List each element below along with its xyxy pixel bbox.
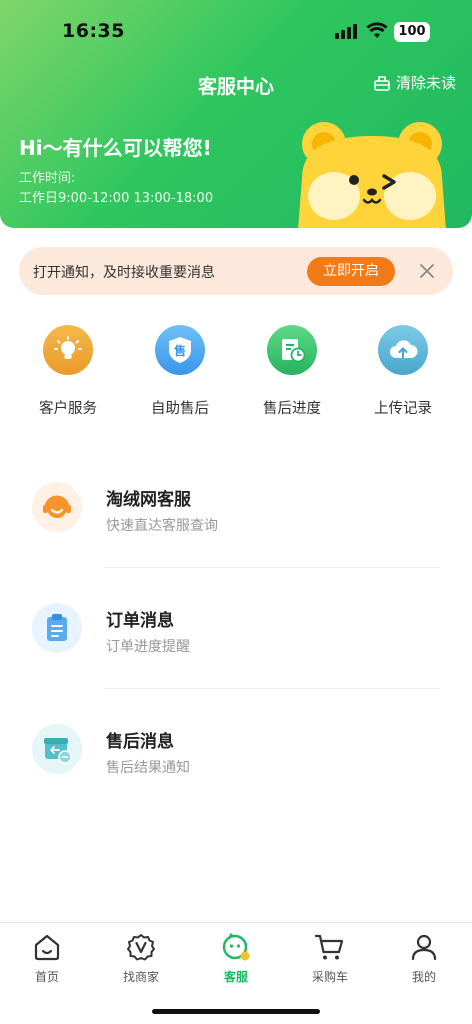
quick-action-label: 客户服务	[39, 401, 97, 417]
clear-unread-label: 清除未读	[395, 74, 456, 92]
clear-unread-button[interactable]: 清除未读	[373, 72, 456, 93]
tab-label: 客服	[223, 970, 248, 984]
tab-label: 找商家	[122, 970, 159, 984]
list-item-subtitle: 订单进度提醒	[106, 639, 190, 655]
quick-action-after-sale-progress[interactable]: 售后进度	[245, 325, 339, 418]
headset-agent-icon	[32, 482, 82, 532]
return-box-icon	[32, 724, 82, 774]
cart-icon	[314, 931, 346, 963]
quick-action-label: 售后进度	[263, 401, 321, 417]
divider	[104, 567, 440, 568]
svg-text:售: 售	[174, 343, 186, 358]
status-bar: 16:35 100	[0, 0, 472, 64]
broom-icon	[374, 75, 390, 91]
list-item-title: 淘绒网客服	[106, 490, 191, 510]
merchant-icon	[125, 931, 157, 963]
work-time-value: 工作日9:00-12:00 13:00-18:00	[19, 191, 214, 206]
user-icon	[408, 931, 440, 963]
tab-find-merchant[interactable]: 找商家	[94, 931, 188, 985]
divider	[104, 688, 440, 689]
tab-home[interactable]: 首页	[0, 931, 94, 985]
list-item-title: 订单消息	[106, 611, 174, 631]
list-item-title: 售后消息	[106, 732, 174, 752]
battery-indicator: 100	[394, 22, 430, 42]
notification-banner: 打开通知，及时接收重要消息 立即开启	[19, 247, 453, 295]
header-banner: 16:35 100 客服中心 清除未读 Hi～有什么可以帮您! 工作时间: 工作…	[0, 0, 472, 228]
list-item-customer-service[interactable]: 淘绒网客服 快速直达客服查询	[32, 482, 440, 602]
close-icon[interactable]	[417, 261, 437, 281]
progress-clock-icon	[267, 325, 317, 375]
bear-mascot-icon	[298, 122, 446, 228]
home-indicator	[152, 1009, 320, 1014]
status-time: 16:35	[62, 20, 125, 42]
lightbulb-icon	[43, 325, 93, 375]
quick-action-upload-records[interactable]: 上传记录	[356, 325, 450, 418]
greeting-text: Hi～有什么可以帮您!	[19, 136, 212, 160]
list-item-after-sale-messages[interactable]: 售后消息 售后结果通知	[32, 724, 440, 844]
tab-customer-service[interactable]: 客服	[189, 931, 283, 985]
service-icon	[220, 931, 252, 963]
quick-action-label: 上传记录	[374, 401, 432, 417]
shield-sale-icon: 售	[155, 325, 205, 375]
tab-label: 首页	[34, 970, 59, 984]
clipboard-icon	[32, 603, 82, 653]
list-item-subtitle: 售后结果通知	[106, 760, 190, 776]
cloud-upload-icon	[378, 325, 428, 375]
enable-notification-button[interactable]: 立即开启	[307, 257, 395, 286]
signal-icon	[335, 24, 357, 39]
tab-mine[interactable]: 我的	[377, 931, 471, 985]
tab-label: 我的	[411, 970, 436, 984]
home-icon	[31, 931, 63, 963]
list-item-subtitle: 快速直达客服查询	[106, 518, 218, 534]
tab-label: 采购车	[311, 970, 348, 984]
work-time-label: 工作时间:	[19, 171, 76, 186]
tab-purchase-cart[interactable]: 采购车	[283, 931, 377, 985]
wifi-icon	[366, 22, 388, 38]
quick-action-label: 自助售后	[151, 401, 209, 417]
notice-text: 打开通知，及时接收重要消息	[33, 265, 215, 281]
quick-action-customer-service[interactable]: 客户服务	[21, 325, 115, 418]
list-item-order-messages[interactable]: 订单消息 订单进度提醒	[32, 603, 440, 723]
quick-action-self-service[interactable]: 售 自助售后	[133, 325, 227, 418]
